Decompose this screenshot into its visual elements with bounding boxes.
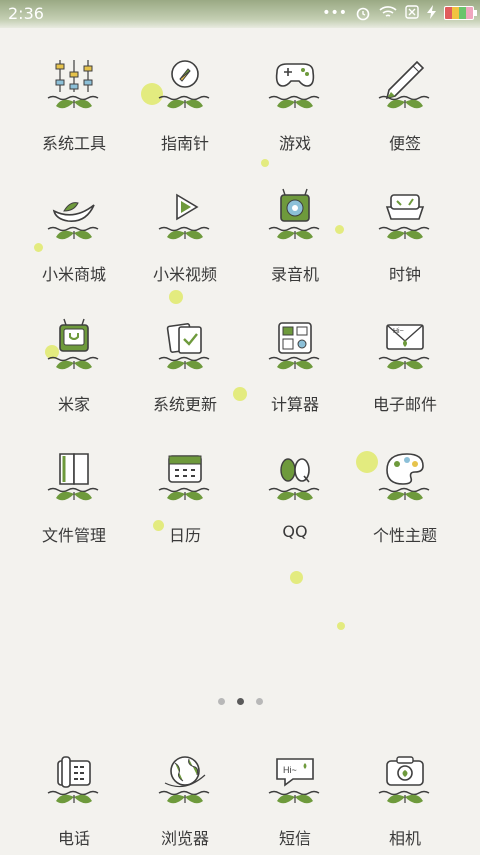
charging-icon [427,5,436,21]
no-sim-icon [405,5,419,21]
mijia-icon [42,311,106,375]
app-label: 系统工具 [41,134,106,153]
dock-app-phone[interactable]: 电话 [14,735,134,855]
notes-icon [373,50,437,114]
app-label: 电话 [57,829,90,848]
file-manager-icon [42,442,106,506]
dock-app-browser[interactable]: 浏览器 [125,735,245,855]
app-label: 便签 [388,134,421,153]
video-icon [153,181,217,245]
app-label: 个性主题 [372,526,437,545]
messages-icon: Hi~ [263,745,327,809]
email-icon: Hi~ [373,311,437,375]
app-compass[interactable]: 指南针 [125,40,245,160]
app-clock[interactable]: 时钟 [345,171,465,291]
app-mall[interactable]: 小米商城 [14,171,134,291]
svg-text:Hi~: Hi~ [283,765,297,775]
app-label: 指南针 [160,134,209,153]
phone-icon [42,745,106,809]
app-video[interactable]: 小米视频 [125,171,245,291]
app-calendar[interactable]: 日历 [125,432,245,552]
app-label: 录音机 [270,265,319,284]
dock-app-messages[interactable]: Hi~ 短信 [235,735,355,855]
app-label: 小米视频 [152,265,217,284]
clock-icon [373,181,437,245]
app-label: 系统更新 [152,395,217,414]
mall-icon [42,181,106,245]
app-mijia[interactable]: 米家 [14,301,134,421]
qq-icon [263,442,327,506]
browser-icon [153,745,217,809]
app-file-manager[interactable]: 文件管理 [14,432,134,552]
app-notes[interactable]: 便签 [345,40,465,160]
compass-icon [153,50,217,114]
svg-text:Hi~: Hi~ [393,328,404,335]
app-label: 计算器 [270,395,319,414]
gamepad-icon [263,50,327,114]
app-label: 米家 [57,395,90,414]
page-indicator[interactable] [0,698,480,710]
status-bar: 2:36 ••• [0,0,480,28]
recorder-icon [263,181,327,245]
app-tools[interactable]: 系统工具 [14,40,134,160]
tools-icon [42,50,106,114]
app-calculator[interactable]: 计算器 [235,301,355,421]
page-dot[interactable] [236,698,244,705]
dock: 电话 浏览器 Hi~ 短信 相机 [0,735,480,853]
wifi-icon [379,5,397,21]
page-dot[interactable] [255,698,263,705]
app-label: 电子邮件 [372,395,437,414]
app-label: 时钟 [388,265,421,284]
app-label: 游戏 [278,134,311,153]
status-time: 2:36 [8,4,44,23]
battery-icon [444,6,477,20]
app-label: 小米商城 [41,265,106,284]
themes-icon [373,442,437,506]
app-label: 日历 [168,526,201,545]
app-recorder[interactable]: 录音机 [235,171,355,291]
camera-icon [373,745,437,809]
decor-dot [261,159,269,167]
app-label: 相机 [388,829,421,848]
app-update[interactable]: 系统更新 [125,301,245,421]
decor-dot [290,571,303,584]
calendar-icon [153,442,217,506]
app-themes[interactable]: 个性主题 [345,432,465,552]
calculator-icon [263,311,327,375]
app-label: 浏览器 [160,829,209,848]
app-qq[interactable]: QQ [235,432,355,552]
decor-dot [337,622,345,630]
app-label: 短信 [278,829,311,848]
page-dot[interactable] [217,698,225,705]
app-gamepad[interactable]: 游戏 [235,40,355,160]
app-label: QQ [282,522,308,541]
more-icon: ••• [322,5,347,21]
update-icon [153,311,217,375]
app-email[interactable]: Hi~ 电子邮件 [345,301,465,421]
alarm-icon [355,5,371,21]
dock-app-camera[interactable]: 相机 [345,735,465,855]
app-label: 文件管理 [41,526,106,545]
